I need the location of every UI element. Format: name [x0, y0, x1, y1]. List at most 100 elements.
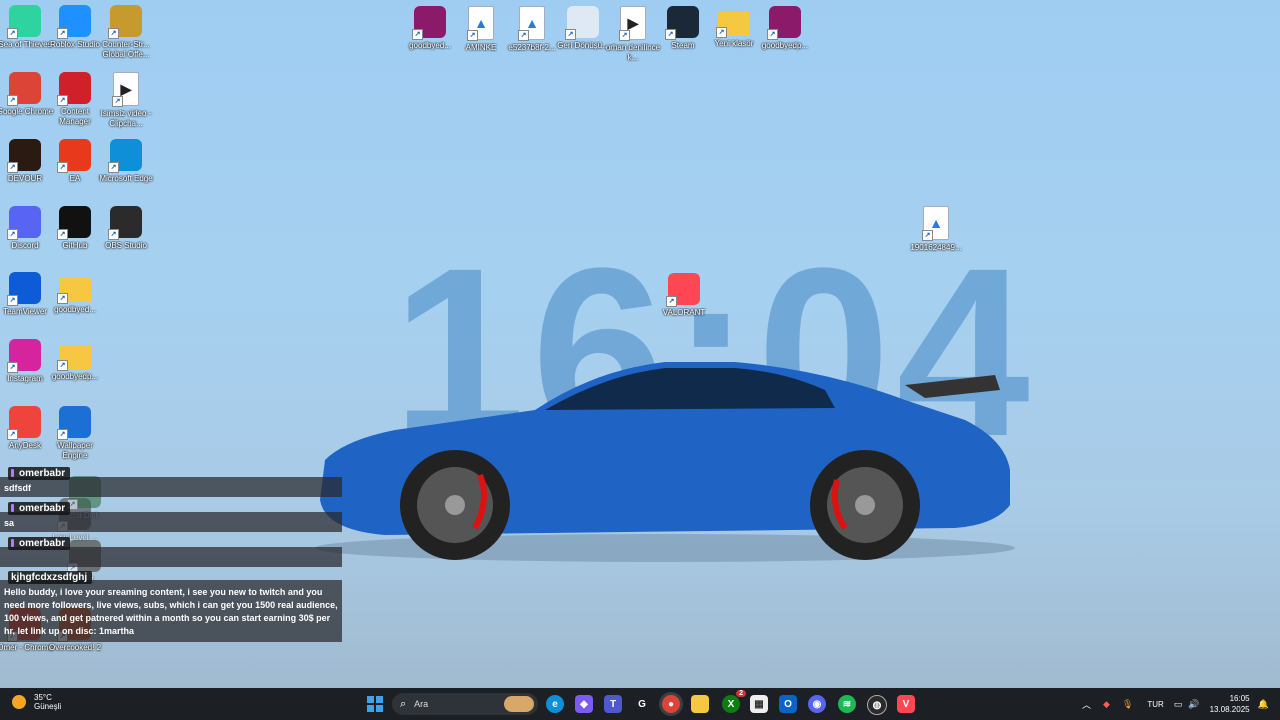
image-file-icon: ▲ ↗ [518, 6, 545, 41]
shortcut-arrow-icon: ↗ [716, 27, 727, 38]
teams-icon[interactable]: T [604, 695, 622, 713]
file-explorer-icon[interactable] [691, 695, 709, 713]
steam-icon: ↗ [665, 6, 699, 40]
ea-icon: ↗ [57, 139, 91, 173]
desktop-icon[interactable]: ↗ Counter-Str... Global Offe... [96, 5, 156, 60]
search-highlight-icon [504, 696, 534, 712]
chrome-icon: ↗ [7, 72, 41, 106]
shortcut-arrow-icon: ↗ [57, 162, 68, 173]
shortcut-arrow-icon: ↗ [767, 29, 778, 40]
shortcut-arrow-icon: ↗ [57, 28, 68, 39]
wallpaper-engine-icon: ↗ [57, 406, 91, 440]
desktop-icon[interactable]: ↗ goodbyedp... [45, 339, 105, 382]
folder-icon: ↗ [57, 345, 91, 371]
valorant-icon[interactable]: V [897, 695, 915, 713]
shortcut-arrow-icon: ↗ [57, 360, 68, 371]
shortcut-arrow-icon: ↗ [108, 162, 119, 173]
weather-widget[interactable]: 35°C Güneşli [12, 693, 61, 711]
video-file-icon: ▶ ↗ [112, 72, 139, 107]
winrar-icon: ↗ [767, 6, 801, 40]
wallpaper-car [315, 362, 1015, 562]
desktop-icon-label: Wallpaper Engine [57, 441, 93, 460]
chat-message: Hello buddy, i love your sreaming conten… [4, 587, 338, 636]
shortcut-arrow-icon: ↗ [108, 28, 119, 39]
shortcut-arrow-icon: ↗ [467, 30, 478, 41]
desktop-icon[interactable]: ↗ goodbyed... [45, 272, 105, 315]
obs-icon: ↗ [108, 206, 142, 240]
devour-icon: ↗ [7, 139, 41, 173]
folder-icon: ↗ [716, 12, 750, 38]
xbox-icon[interactable]: X 2 [722, 690, 746, 713]
shortcut-arrow-icon: ↗ [412, 29, 423, 40]
chat-band [0, 512, 342, 532]
chat-username: kjhgfcdxzsdfghj [8, 571, 93, 584]
start-icon[interactable] [366, 695, 384, 713]
roblox-studio-icon: ↗ [57, 5, 91, 39]
desktop-icon[interactable]: ↗ OBS Studio [96, 206, 156, 251]
search-placeholder: Ara [414, 699, 429, 709]
g-app-icon[interactable]: G [633, 695, 651, 713]
desktop-icon[interactable]: ↗ goodbyedp... [755, 6, 815, 51]
shortcut-arrow-icon: ↗ [7, 162, 18, 173]
language-indicator[interactable]: TUR [1147, 700, 1163, 709]
desktop-icon-label: goodbyedp... [51, 372, 99, 381]
anydesk-icon: ↗ [7, 406, 41, 440]
system-tray: ︿ ◆ 🎙 TUR ▭ 🔊 16:05 13.08.2025 🔔 [1082, 688, 1269, 720]
weather-desc: Güneşli [34, 702, 62, 711]
discord-icon[interactable]: ◉ [808, 695, 826, 713]
desktop-icon[interactable]: ↗ Microsoft Edge [96, 139, 156, 184]
shortcut-arrow-icon: ↗ [666, 296, 677, 307]
csgo-icon: ↗ [108, 5, 142, 39]
desktop-icon[interactable]: ▲ ↗ 1901624849... [906, 206, 966, 253]
tray-app-icon[interactable]: ◆ [1103, 699, 1110, 710]
weather-temp: 35°C [34, 693, 52, 702]
shortcut-arrow-icon: ↗ [665, 29, 676, 40]
folder-icon: ↗ [57, 278, 91, 304]
edge-icon: ↗ [108, 139, 142, 173]
desktop-icon[interactable]: ↗ VALORANT [654, 273, 714, 318]
desktop-icon-label: İsimsiz video - Clipcha... [100, 109, 152, 128]
shortcut-arrow-icon: ↗ [57, 95, 68, 106]
spotify-icon[interactable]: ≋ [838, 695, 856, 713]
desktop-icon[interactable]: ↗ Wallpaper Engine [45, 406, 105, 461]
chrome-icon[interactable]: ● [662, 695, 680, 713]
network-icon[interactable]: ▭ [1174, 699, 1183, 710]
recycle-bin-icon: ↗ [565, 6, 599, 40]
chat-message: sdfsdf [4, 483, 31, 493]
shortcut-arrow-icon: ↗ [57, 293, 68, 304]
discord-icon: ↗ [7, 206, 41, 240]
chat-band [0, 547, 342, 567]
notification-badge: 2 [736, 690, 746, 697]
shortcut-arrow-icon: ↗ [7, 429, 18, 440]
shortcut-arrow-icon: ↗ [518, 30, 529, 41]
shortcut-arrow-icon: ↗ [7, 295, 18, 306]
store-icon[interactable]: ▦ [750, 695, 768, 713]
desktop-icon-label: VALORANT [662, 308, 706, 317]
desktop-icon-label: Overcooked! 2 [48, 643, 102, 652]
taskbar: 35°C Güneşli ⌕ Ara e ◆ T G ● X 2 ▦ O ◉ ≋… [0, 688, 1280, 720]
desktop-icon-label: goodbyedp... [761, 41, 809, 50]
obs-icon[interactable]: ◍ [867, 695, 887, 715]
edge-icon[interactable]: e [546, 695, 564, 713]
shortcut-arrow-icon: ↗ [7, 229, 18, 240]
copilot-icon[interactable]: ◆ [575, 695, 593, 713]
chat-message: sa [4, 518, 15, 528]
volume-icon[interactable]: 🔊 [1188, 699, 1199, 710]
chevron-up-icon[interactable]: ︿ [1082, 698, 1091, 711]
chat-username: omerbabr [8, 502, 71, 515]
sea-of-thieves-icon: ↗ [7, 5, 41, 39]
desktop-icon[interactable]: ▶ ↗ İsimsiz video - Clipcha... [96, 72, 156, 129]
teamviewer-icon: ↗ [7, 272, 41, 306]
video-file-icon: ▶ ↗ [619, 6, 646, 41]
shortcut-arrow-icon: ↗ [619, 30, 630, 41]
desktop-icon-label: OBS Studio [105, 241, 147, 250]
microphone-icon[interactable]: 🎙 [1122, 699, 1133, 710]
taskbar-search[interactable]: ⌕ Ara [392, 693, 538, 715]
desktop-icon-label: goodbyed... [54, 305, 96, 314]
outlook-icon[interactable]: O [779, 695, 797, 713]
winrar-icon: ↗ [412, 6, 446, 40]
instagram-icon: ↗ [7, 339, 41, 373]
notification-icon[interactable]: 🔔 [1258, 699, 1269, 710]
clock[interactable]: 16:05 13.08.2025 [1210, 693, 1250, 715]
shortcut-arrow-icon: ↗ [108, 229, 119, 240]
